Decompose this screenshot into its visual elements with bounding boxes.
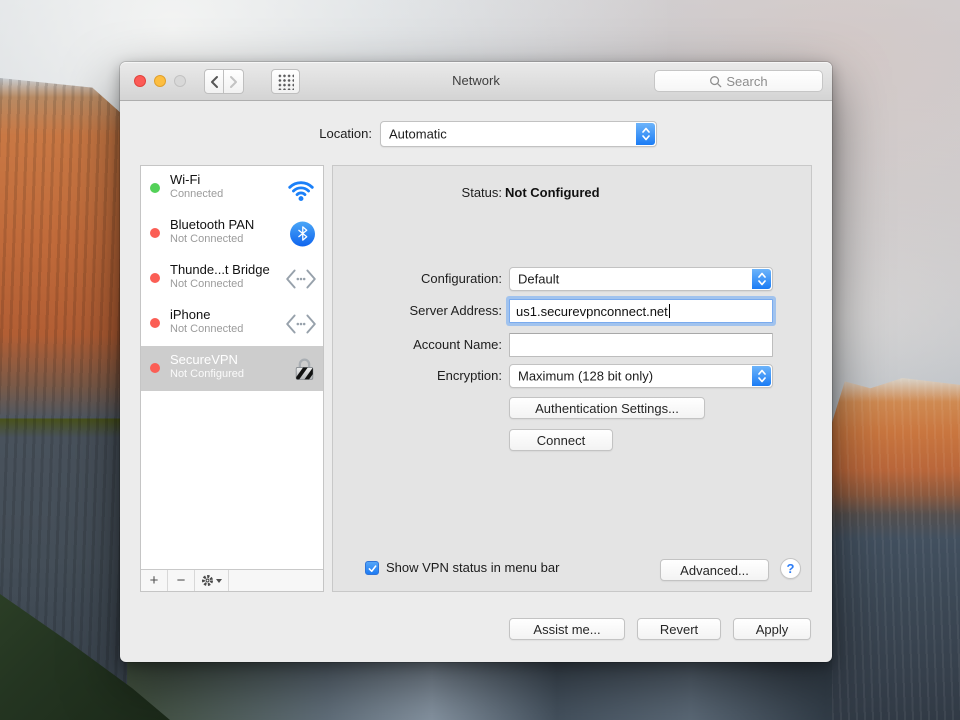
minimize-button[interactable] bbox=[154, 75, 166, 87]
service-detail-panel: Status: Not Configured Configuration: De… bbox=[332, 165, 812, 592]
server-address-field[interactable]: us1.securevpnconnect.net bbox=[509, 299, 773, 323]
service-status: Not Configured bbox=[170, 368, 244, 380]
popup-stepper-icon bbox=[636, 123, 655, 145]
forward-button[interactable] bbox=[224, 69, 244, 94]
wifi-icon bbox=[284, 176, 318, 202]
show-vpn-status-checkbox[interactable] bbox=[365, 561, 379, 575]
connect-button[interactable]: Connect bbox=[509, 429, 613, 451]
zoom-button[interactable] bbox=[174, 75, 186, 87]
gear-icon bbox=[201, 574, 214, 587]
list-item-bluetooth-pan[interactable]: Bluetooth PAN Not Connected bbox=[141, 211, 323, 256]
list-item-thunderbolt-bridge[interactable]: Thunde...t Bridge Not Connected bbox=[141, 256, 323, 301]
configuration-popup[interactable]: Default bbox=[509, 267, 773, 291]
bluetooth-icon bbox=[290, 221, 315, 246]
service-status: Not Connected bbox=[170, 233, 244, 245]
service-status: Not Connected bbox=[170, 278, 244, 290]
network-preferences-window: Network Search Location: Automatic Wi-Fi… bbox=[120, 62, 832, 662]
checkmark-icon bbox=[368, 564, 376, 572]
button-label: Assist me... bbox=[533, 621, 601, 637]
list-item-securevpn[interactable]: SecureVPN Not Configured bbox=[141, 346, 323, 391]
popup-stepper-icon bbox=[752, 366, 771, 386]
service-name: Bluetooth PAN bbox=[170, 217, 255, 232]
revert-button[interactable]: Revert bbox=[637, 618, 721, 640]
text-caret bbox=[668, 304, 670, 318]
back-chevron-icon bbox=[210, 75, 218, 88]
service-status: Connected bbox=[170, 188, 224, 200]
encryption-value: Maximum (128 bit only) bbox=[518, 368, 654, 384]
window-titlebar: Network Search bbox=[120, 62, 832, 101]
search-icon bbox=[710, 75, 722, 87]
search-placeholder: Search bbox=[726, 73, 768, 89]
add-service-button[interactable]: + bbox=[141, 570, 168, 591]
minus-icon: − bbox=[176, 572, 186, 589]
status-dot-red bbox=[150, 363, 160, 373]
authentication-settings-button[interactable]: Authentication Settings... bbox=[509, 397, 705, 419]
button-label: Advanced... bbox=[680, 562, 749, 578]
question-mark-icon: ? bbox=[786, 561, 795, 576]
list-item-wifi[interactable]: Wi-Fi Connected bbox=[141, 166, 323, 211]
button-label: Revert bbox=[659, 621, 699, 637]
desktop: Network Search Location: Automatic Wi-Fi… bbox=[0, 0, 960, 720]
status-label: Status: bbox=[461, 185, 502, 200]
service-name: Thunde...t Bridge bbox=[170, 262, 270, 277]
service-status: Not Connected bbox=[170, 323, 244, 335]
search-field[interactable]: Search bbox=[654, 70, 823, 92]
service-name: SecureVPN bbox=[170, 352, 238, 367]
close-button[interactable] bbox=[134, 75, 146, 87]
button-label: Authentication Settings... bbox=[535, 400, 679, 416]
encryption-label: Encryption: bbox=[436, 368, 502, 383]
popup-stepper-icon bbox=[752, 269, 771, 289]
configuration-value: Default bbox=[518, 271, 560, 287]
location-popup[interactable]: Automatic bbox=[380, 121, 657, 147]
service-name: iPhone bbox=[170, 307, 211, 322]
status-value: Not Configured bbox=[505, 185, 600, 200]
vpn-lock-icon bbox=[291, 355, 318, 382]
encryption-popup[interactable]: Maximum (128 bit only) bbox=[509, 364, 773, 388]
status-dot-red bbox=[150, 228, 160, 238]
service-name: Wi-Fi bbox=[170, 172, 201, 187]
status-dot-green bbox=[150, 183, 160, 193]
plus-icon: + bbox=[149, 572, 159, 589]
advanced-button[interactable]: Advanced... bbox=[660, 559, 769, 581]
account-name-label: Account Name: bbox=[413, 337, 502, 352]
wallpaper-right-cliff bbox=[832, 378, 960, 720]
bridge-icon bbox=[284, 268, 318, 290]
configuration-label: Configuration: bbox=[421, 271, 502, 286]
forward-chevron-icon bbox=[230, 75, 237, 88]
status-dot-red bbox=[150, 273, 160, 283]
location-label: Location: bbox=[319, 126, 372, 141]
chevron-down-icon bbox=[216, 578, 222, 583]
show-all-button[interactable] bbox=[271, 69, 300, 94]
remove-service-button[interactable]: − bbox=[168, 570, 195, 591]
services-list: Wi-Fi Connected Bluetooth PAN Not Connec… bbox=[140, 165, 324, 592]
server-address-label: Server Address: bbox=[409, 303, 503, 318]
list-actions-bar: + − bbox=[141, 569, 323, 591]
status-dot-red bbox=[150, 318, 160, 328]
server-address-value: us1.securevpnconnect.net bbox=[516, 303, 668, 319]
help-button[interactable]: ? bbox=[780, 558, 801, 579]
location-value: Automatic bbox=[389, 126, 447, 142]
action-menu-button[interactable] bbox=[195, 570, 229, 591]
back-button[interactable] bbox=[204, 69, 224, 94]
grid-icon bbox=[277, 73, 294, 90]
account-name-field[interactable] bbox=[509, 333, 773, 357]
list-item-iphone[interactable]: iPhone Not Connected bbox=[141, 301, 323, 346]
assist-me-button[interactable]: Assist me... bbox=[509, 618, 625, 640]
window-title: Network bbox=[452, 73, 500, 88]
show-vpn-status-label: Show VPN status in menu bar bbox=[386, 560, 560, 575]
button-label: Connect bbox=[536, 432, 586, 448]
nav-buttons bbox=[204, 69, 244, 94]
bridge-icon bbox=[284, 313, 318, 335]
apply-button[interactable]: Apply bbox=[733, 618, 811, 640]
button-label: Apply bbox=[755, 621, 789, 637]
